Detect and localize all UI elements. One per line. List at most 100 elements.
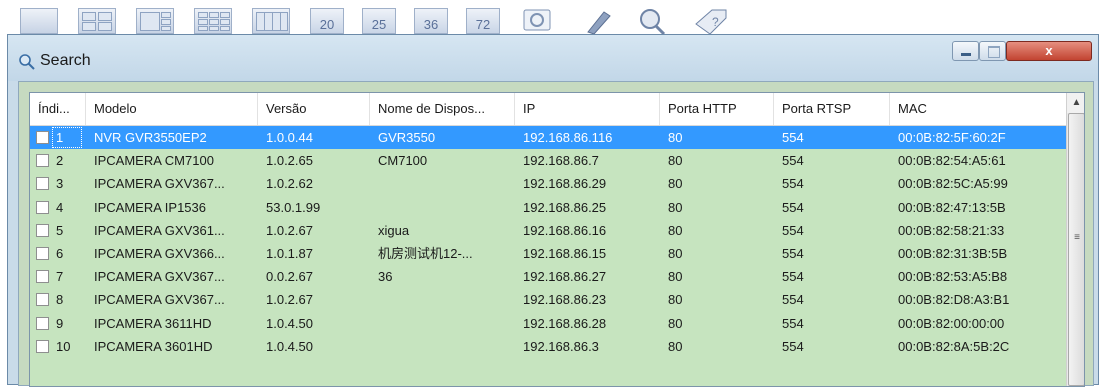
cell-version: 1.0.2.62 [266, 176, 313, 192]
row-checkbox[interactable] [36, 247, 49, 260]
column-header-device-name[interactable]: Nome de Dispos... [370, 93, 515, 125]
row-checkbox[interactable] [36, 200, 49, 214]
cell-mac: 00:0B:82:54:A5:61 [898, 153, 1006, 169]
cell-http-port: 80 [668, 176, 683, 192]
split-36-button[interactable]: 36 [414, 8, 448, 34]
cell-ip: 192.168.86.29 [523, 176, 607, 192]
minimize-button[interactable] [952, 41, 979, 61]
split-20-button[interactable]: 20 [310, 8, 344, 34]
cell-model: IPCAMERA GXV367... [94, 176, 225, 192]
column-header-version[interactable]: Versão [258, 93, 370, 125]
cell-http-port: 80 [668, 246, 683, 261]
table-row[interactable]: 1 NVR GVR3550EP2 1.0.0.44 GVR3550 192.168.86… [30, 126, 1066, 149]
close-button[interactable]: x [1006, 41, 1092, 61]
cell-version: 1.0.2.67 [266, 222, 313, 238]
cell-device-name [370, 172, 515, 195]
table-row[interactable]: 4 IPCAMERA IP1536 53.0.1.99 192.168.86.25 80… [30, 196, 1066, 219]
cell-mac: 00:0B:82:00:00:00 [898, 315, 1005, 331]
cell-http-port: 80 [668, 199, 683, 215]
minimize-icon [961, 53, 971, 56]
scroll-up-icon[interactable]: ▲ [1067, 93, 1084, 113]
search-zoom-icon[interactable] [634, 8, 670, 36]
layout-2x2-icon[interactable] [78, 8, 116, 34]
table-row[interactable]: 8 IPCAMERA GXV367... 1.0.2.67 192.168.86.23… [30, 288, 1066, 311]
cell-index: 4 [56, 199, 64, 215]
tag-question-icon[interactable]: ? [692, 8, 728, 35]
row-checkbox[interactable] [36, 270, 49, 284]
cell-version: 1.0.2.65 [266, 153, 313, 169]
row-checkbox[interactable] [36, 316, 49, 330]
cell-index: 7 [56, 269, 64, 285]
cell-device-name [370, 288, 515, 311]
cell-http-port: 80 [668, 315, 683, 331]
table-row[interactable]: 9 IPCAMERA 3611HD 1.0.4.50 192.168.86.28 80 5… [30, 312, 1066, 335]
cell-ip: 192.168.86.16 [523, 222, 607, 238]
table-row[interactable]: 7 IPCAMERA GXV367... 0.0.2.67 36 192.168.86.… [30, 265, 1066, 288]
layout-4x4-icon[interactable] [252, 8, 290, 34]
cell-rtsp-port: 554 [782, 246, 804, 261]
scrollbar-thumb[interactable]: ≡ [1068, 113, 1084, 386]
cell-ip: 192.168.86.25 [523, 199, 607, 215]
cell-version: 1.0.1.87 [266, 246, 313, 261]
table-row[interactable]: 2 IPCAMERA CM7100 1.0.2.65 CM7100 192.168.86… [30, 149, 1066, 172]
row-checkbox[interactable] [36, 293, 49, 307]
cell-ip: 192.168.86.3 [523, 338, 599, 354]
cell-rtsp-port: 554 [782, 199, 804, 215]
split-72-button[interactable]: 72 [466, 8, 500, 34]
pen-icon[interactable] [580, 8, 616, 35]
table-row[interactable]: 5 IPCAMERA GXV361... 1.0.2.67 xigua 192.168.… [30, 219, 1066, 242]
cell-device-name [370, 196, 515, 219]
cell-http-port: 80 [668, 222, 683, 238]
cell-http-port: 80 [668, 269, 683, 285]
row-checkbox[interactable] [36, 223, 49, 237]
cell-version: 1.0.2.67 [266, 292, 313, 308]
row-checkbox[interactable] [36, 177, 49, 191]
window-title: Search [40, 52, 91, 69]
cell-mac: 00:0B:82:5F:60:2F [898, 130, 1006, 145]
row-checkbox[interactable] [36, 131, 49, 144]
cell-rtsp-port: 554 [782, 315, 804, 331]
cell-model: IPCAMERA GXV366... [94, 246, 225, 261]
cell-device-name [370, 312, 515, 335]
cell-index: 2 [56, 153, 64, 169]
layout-1plus3-icon[interactable] [136, 8, 174, 34]
layout-1x1-icon[interactable] [20, 8, 58, 34]
column-header-rtsp-port[interactable]: Porta RTSP [774, 93, 890, 125]
cell-version: 1.0.4.50 [266, 315, 313, 331]
cell-model: IPCAMERA 3601HD [94, 338, 213, 354]
column-header-index[interactable]: Índi... [30, 93, 86, 125]
column-header-ip[interactable]: IP [515, 93, 660, 125]
cell-ip: 192.168.86.28 [523, 315, 607, 331]
cell-index: 8 [56, 292, 64, 308]
split-25-button[interactable]: 25 [362, 8, 396, 34]
cell-model: NVR GVR3550EP2 [94, 130, 207, 145]
svg-text:?: ? [712, 15, 719, 29]
cell-model: IPCAMERA CM7100 [94, 153, 214, 169]
cell-mac: 00:0B:82:5C:A5:99 [898, 176, 1008, 192]
table-row[interactable]: 3 IPCAMERA GXV367... 1.0.2.62 192.168.86.29… [30, 172, 1066, 195]
search-window: Search x Índi... Modelo Versão Nome de D… [7, 34, 1099, 387]
maximize-button[interactable] [979, 41, 1006, 61]
cell-mac: 00:0B:82:47:13:5B [898, 199, 1006, 215]
cell-version: 53.0.1.99 [266, 199, 321, 215]
cell-index: 5 [56, 222, 64, 238]
column-header-model[interactable]: Modelo [86, 93, 258, 125]
row-checkbox[interactable] [36, 339, 49, 353]
cell-index: 6 [56, 246, 64, 261]
layout-3x3-icon[interactable] [194, 8, 232, 34]
vertical-scrollbar[interactable]: ▲ ≡ [1066, 93, 1084, 386]
table-row[interactable]: 6 IPCAMERA GXV366... 1.0.1.87 机房测试机12-... 19… [30, 242, 1066, 265]
title-bar[interactable]: Search x [8, 35, 1098, 81]
cell-device-name [370, 335, 515, 358]
cell-version: 1.0.4.50 [266, 338, 313, 354]
row-checkbox[interactable] [36, 154, 49, 168]
table-row[interactable]: 10 IPCAMERA 3601HD 1.0.4.50 192.168.86.3 80 5… [30, 335, 1066, 358]
cell-ip: 192.168.86.15 [523, 246, 607, 261]
column-header-mac[interactable]: MAC [890, 93, 1066, 125]
capture-icon[interactable] [520, 8, 556, 34]
device-list[interactable]: Índi... Modelo Versão Nome de Dispos... … [29, 92, 1085, 387]
cell-model: IPCAMERA 3611HD [94, 315, 212, 331]
cell-model: IPCAMERA IP1536 [94, 199, 206, 215]
cell-index: 10 [56, 338, 71, 354]
column-header-http-port[interactable]: Porta HTTP [660, 93, 774, 125]
